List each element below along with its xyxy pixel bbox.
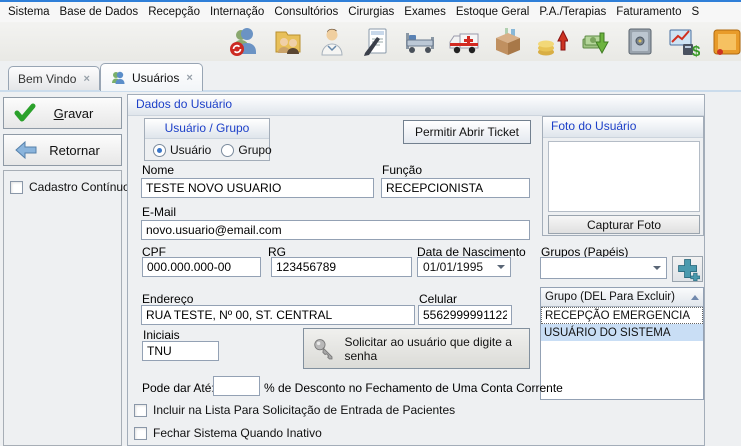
tab-bem-vindo[interactable]: Bem Vindo × [8,66,100,90]
address-label: Endereço [142,292,193,306]
menu-pa-terapias[interactable]: P.A./Terapias [534,6,611,18]
initials-input[interactable] [142,341,219,361]
ambulance-icon[interactable] [448,26,480,58]
birthdate-value: 01/01/1995 [423,260,483,274]
role-label: Função [382,163,422,177]
user-radio[interactable] [153,144,166,157]
check-icon [14,102,36,124]
groups-list-header[interactable]: Grupo (DEL Para Excluir) [541,288,703,307]
tab-bem-vindo-close-icon[interactable]: × [83,73,89,85]
photo-preview-area [548,141,700,212]
plus-icon [676,257,700,281]
include-patient-list-checkbox[interactable] [134,404,147,417]
group-row-usuario-sistema[interactable]: USUÁRIO DO SISTEMA [541,324,703,341]
user-photo-title: Foto do Usuário [543,117,703,138]
group-radio[interactable] [221,144,234,157]
group-row-recepcao[interactable]: RECEPÇÃO EMERGENCIA [541,307,703,324]
save-button-label: Gravar [36,106,111,121]
groups-list: Grupo (DEL Para Excluir) RECEPÇÃO EMERGE… [540,287,704,400]
add-group-button[interactable] [672,256,703,282]
menu-faturamento[interactable]: Faturamento [611,6,686,18]
initials-label: Iniciais [143,328,180,342]
menu-cirurgias[interactable]: Cirurgias [343,6,399,18]
user-data-title: Dados do Usuário [128,95,704,116]
return-button[interactable]: Retornar [3,134,122,166]
allow-ticket-button-label: Permitir Abrir Ticket [404,125,530,139]
name-input[interactable] [141,178,374,198]
user-or-group-title: Usuário / Grupo [145,119,269,139]
menu-recepcao[interactable]: Recepção [143,6,205,18]
email-input[interactable] [141,220,530,240]
money-in-icon[interactable] [536,26,568,58]
close-when-idle-row: Fechar Sistema Quando Inativo [134,426,322,440]
groups-list-header-label: Grupo (DEL Para Excluir) [545,291,675,303]
menu-consultorios[interactable]: Consultórios [269,6,343,18]
rg-input[interactable] [271,257,412,277]
email-label: E-Mail [142,205,176,219]
toolbar: $ [0,22,741,62]
menu-internacao[interactable]: Internação [205,6,269,18]
billing-icon[interactable]: $ [668,26,700,58]
user-radio-label[interactable]: Usuário [170,143,211,157]
menu-bar: Sistema Base de Dados Recepção Internaçã… [0,2,741,22]
menu-estoque-geral[interactable]: Estoque Geral [451,6,535,18]
tab-bem-vindo-label: Bem Vindo [18,72,76,86]
hospital-bed-icon[interactable] [404,26,436,58]
chevron-down-icon [497,265,505,269]
menu-cutoff[interactable]: S [686,6,704,18]
stock-box-icon[interactable] [492,26,524,58]
return-button-label: Retornar [38,143,111,158]
safe-icon[interactable] [624,26,656,58]
user-data-groupbox: Dados do Usuário Usuário / Grupo Usuário… [127,94,705,446]
tab-bar: Bem Vindo × Usuários × [0,61,741,90]
groups-combo[interactable] [540,257,667,279]
address-input[interactable] [141,305,415,325]
menu-exames[interactable]: Exames [399,6,451,18]
close-when-idle-checkbox[interactable] [134,427,147,440]
app-window: Sistema Base de Dados Recepção Internaçã… [0,0,741,446]
tab-usuarios-label: Usuários [132,71,179,85]
user-or-group-groupbox: Usuário / Grupo Usuário Grupo [144,118,270,161]
menu-sistema[interactable]: Sistema [3,6,55,18]
discount-prefix-label: Pode dar Até: [142,381,215,395]
user-sync-icon[interactable] [228,26,260,58]
close-when-idle-label[interactable]: Fechar Sistema Quando Inativo [153,426,322,440]
capture-photo-button[interactable]: Capturar Foto [548,215,700,234]
users-folder-icon[interactable] [272,26,304,58]
include-patient-list-label[interactable]: Incluir na Lista Para Solicitação de Ent… [153,403,455,417]
key-icon [313,336,335,362]
tab-usuarios[interactable]: Usuários × [100,63,203,91]
menu-base-de-dados[interactable]: Base de Dados [55,6,144,18]
cpf-input[interactable] [142,257,261,277]
request-password-button-label: Solicitar ao usuário que digite a senha [344,335,520,363]
left-arrow-icon [14,140,38,160]
chevron-down-icon [653,266,661,270]
continuous-registration-checkbox[interactable] [10,181,23,194]
partial-icon[interactable] [712,26,741,58]
include-patient-list-row: Incluir na Lista Para Solicitação de Ent… [134,403,455,417]
capture-photo-button-label: Capturar Foto [549,218,699,232]
user-photo-groupbox: Foto do Usuário Capturar Foto [542,116,704,236]
money-out-icon[interactable] [580,26,612,58]
allow-ticket-button[interactable]: Permitir Abrir Ticket [403,120,531,144]
sidebar-panel: Cadastro Contínuo [3,170,122,446]
discount-input[interactable] [213,376,260,396]
prescription-icon[interactable] [360,26,392,58]
name-label: Nome [142,163,174,177]
users-tab-icon [110,70,126,86]
birthdate-combo[interactable]: 01/01/1995 [417,257,511,277]
discount-suffix-label: % de Desconto no Fechamento de Uma Conta… [264,381,563,395]
group-radio-label[interactable]: Grupo [238,143,271,157]
doctor-icon[interactable] [316,26,348,58]
mobile-label: Celular [419,292,457,306]
svg-text:$: $ [692,43,700,58]
sort-asc-icon [691,295,699,300]
continuous-registration-label[interactable]: Cadastro Contínuo [29,180,130,194]
role-input[interactable] [381,178,530,198]
tab-usuarios-close-icon[interactable]: × [186,72,192,84]
request-password-button[interactable]: Solicitar ao usuário que digite a senha [303,328,530,369]
mobile-input[interactable] [418,305,512,325]
save-button[interactable]: Gravar [3,97,122,129]
